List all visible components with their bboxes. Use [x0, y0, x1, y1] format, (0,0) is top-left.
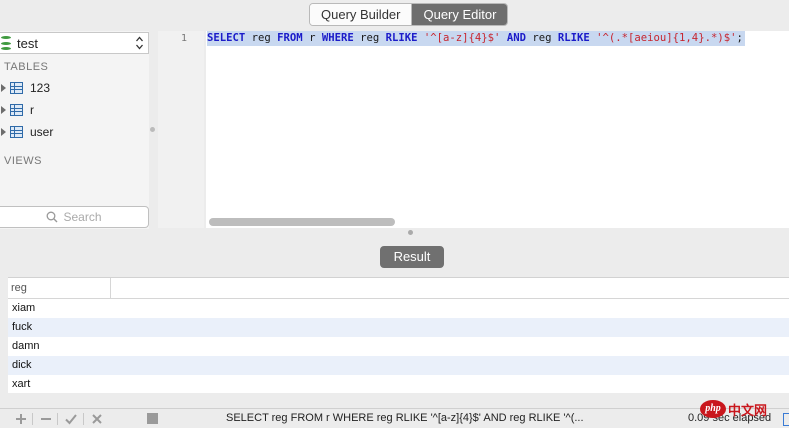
- views-section-label: VIEWS: [4, 155, 42, 167]
- sql-keyword: RLIKE: [385, 32, 418, 44]
- sql-identifier: ;: [736, 32, 743, 44]
- table-row[interactable]: xart: [8, 375, 789, 394]
- table-name: user: [30, 125, 54, 139]
- resize-corner-icon[interactable]: [783, 413, 789, 426]
- horizontal-splitter-handle[interactable]: [408, 230, 413, 235]
- table-row[interactable]: dick: [8, 356, 789, 375]
- sql-identifier: reg: [245, 32, 278, 44]
- sql-keyword: RLIKE: [557, 32, 590, 44]
- sidebar-search-field[interactable]: Search: [0, 206, 149, 228]
- grid-rows: xiam fuck damn dick xart: [8, 299, 789, 394]
- table-icon: [10, 126, 23, 138]
- sql-keyword: FROM: [277, 32, 303, 44]
- horizontal-scrollbar[interactable]: [209, 218, 395, 226]
- divider: [32, 413, 33, 425]
- table-row[interactable]: xiam: [8, 299, 789, 318]
- line-number: 1: [180, 33, 187, 44]
- table-icon: [10, 104, 23, 116]
- tab-query-editor[interactable]: Query Editor: [411, 4, 508, 25]
- close-icon[interactable]: [89, 411, 105, 427]
- sql-string: '^[a-z]{4}$': [423, 32, 501, 44]
- sql-identifier: r: [302, 32, 322, 44]
- add-row-icon[interactable]: [13, 411, 29, 427]
- table-name: 123: [30, 81, 51, 95]
- table-row[interactable]: fuck: [8, 318, 789, 337]
- sql-keyword: SELECT: [207, 32, 246, 44]
- disclosure-triangle-icon[interactable]: [1, 84, 6, 92]
- table-row[interactable]: damn: [8, 337, 789, 356]
- sql-keyword: WHERE: [321, 32, 354, 44]
- sidebar-item-table-user[interactable]: user: [0, 123, 53, 141]
- sidebar-item-table-r[interactable]: r: [0, 101, 34, 119]
- column-header-reg[interactable]: reg: [8, 278, 111, 298]
- sidebar: test TABLES 123 r user VIEWS Search: [0, 31, 149, 229]
- sql-editor[interactable]: SELECT reg FROM r WHERE reg RLIKE '^[a-z…: [206, 31, 789, 228]
- tables-section-label: TABLES: [4, 61, 49, 73]
- watermark-logo: php 中文网: [700, 398, 767, 420]
- divider: [57, 413, 58, 425]
- code-line[interactable]: SELECT reg FROM r WHERE reg RLIKE '^[a-z…: [207, 31, 745, 46]
- watermark-text: 中文网: [728, 402, 768, 418]
- mode-switcher: Query Builder Query Editor: [309, 3, 509, 26]
- search-placeholder: Search: [63, 210, 102, 224]
- vertical-splitter-handle[interactable]: [150, 127, 155, 132]
- sidebar-item-table-123[interactable]: 123: [0, 79, 50, 97]
- result-button[interactable]: Result: [380, 246, 444, 268]
- tab-query-builder[interactable]: Query Builder: [310, 4, 412, 25]
- database-name: test: [17, 35, 38, 51]
- database-icon: [1, 36, 11, 50]
- status-query-text: SELECT reg FROM r WHERE reg RLIKE '^[a-z…: [226, 412, 584, 424]
- database-select[interactable]: test: [0, 32, 149, 54]
- watermark-badge: php: [700, 400, 726, 418]
- remove-row-icon[interactable]: [38, 411, 54, 427]
- disclosure-triangle-icon[interactable]: [1, 106, 6, 114]
- status-bar: SELECT reg FROM r WHERE reg RLIKE '^[a-z…: [0, 408, 789, 428]
- search-icon: [47, 211, 58, 223]
- table-icon: [10, 82, 23, 94]
- stop-icon[interactable]: [147, 413, 158, 424]
- result-grid: reg xiam fuck damn dick xart: [8, 277, 789, 393]
- line-number-gutter: 1: [158, 31, 204, 228]
- checkmark-icon[interactable]: [63, 411, 79, 427]
- disclosure-triangle-icon[interactable]: [1, 128, 6, 136]
- sql-identifier: reg: [353, 32, 386, 44]
- sql-string: '^(.*[aeiou]{1,4}.*)$': [596, 32, 737, 44]
- table-name: r: [30, 103, 34, 117]
- sql-identifier: reg: [525, 32, 558, 44]
- sql-keyword: AND: [506, 32, 526, 44]
- chevron-updown-icon: [136, 36, 143, 50]
- grid-header: reg: [8, 278, 789, 299]
- divider: [83, 413, 84, 425]
